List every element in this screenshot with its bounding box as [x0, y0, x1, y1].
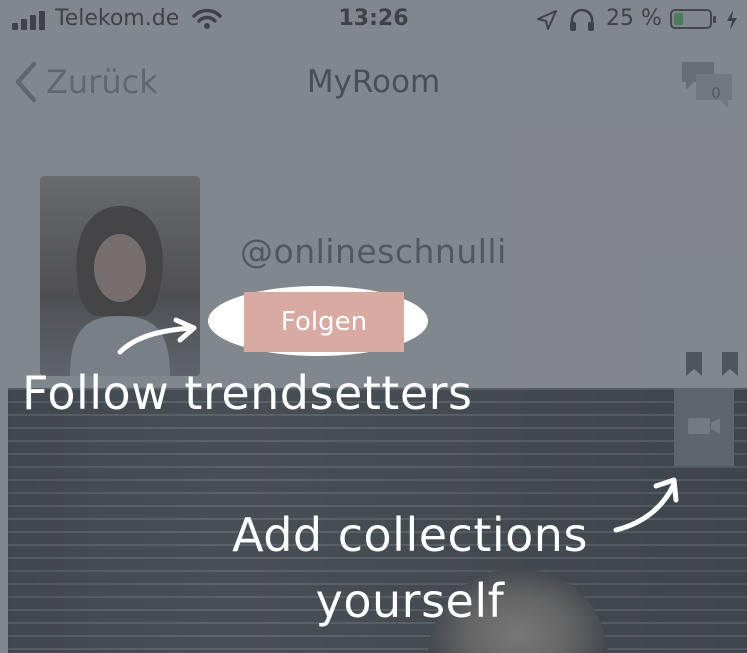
page-title: MyRoom [306, 64, 441, 100]
arrow-icon [117, 317, 197, 355]
status-bar: Telekom.de 13:26 25 % [0, 0, 747, 42]
bookmark-icon[interactable] [722, 352, 738, 376]
add-video-button[interactable] [674, 388, 734, 466]
charging-icon [727, 10, 737, 30]
battery-percent: 25 % [606, 6, 662, 31]
location-icon [537, 10, 557, 30]
arrow-icon [613, 477, 679, 533]
video-icon [688, 418, 720, 434]
nav-bar: Zurück MyRoom 0 [0, 42, 747, 126]
follow-tip: Follow trendsetters [22, 366, 473, 420]
battery-level [674, 13, 683, 25]
collections-tip: Add collections yourself [232, 508, 588, 628]
headphones-icon [570, 8, 594, 31]
message-count: 0 [711, 84, 721, 102]
battery-icon [670, 9, 716, 29]
chat-button[interactable]: 0 [680, 60, 734, 112]
username: @onlineschnulli [240, 232, 507, 271]
bookmark-icon[interactable] [686, 352, 702, 376]
follow-button-highlighted[interactable]: Folgen [244, 292, 404, 352]
